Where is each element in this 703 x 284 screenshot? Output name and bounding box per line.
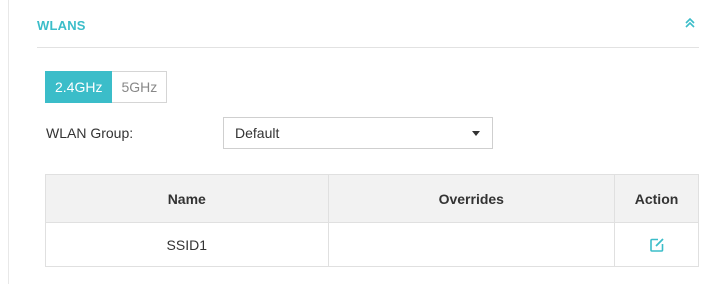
wlan-group-label: WLAN Group: <box>46 125 134 141</box>
wlan-group-select[interactable]: Default <box>223 117 493 149</box>
column-header-overrides: Overrides <box>327 174 616 223</box>
caret-down-icon <box>472 131 480 136</box>
wlans-panel: WLANS 2.4GHz 5GHz WLAN Group: Default Na… <box>8 0 703 284</box>
cell-action <box>614 222 699 267</box>
tab-5ghz[interactable]: 5GHz <box>112 71 168 103</box>
edit-icon[interactable] <box>649 237 665 253</box>
section-title: WLANS <box>37 18 86 33</box>
band-tabs: 2.4GHz 5GHz <box>45 71 168 103</box>
column-header-action: Action <box>614 174 699 223</box>
table-header-row: Name Overrides Action <box>45 174 699 223</box>
column-header-name: Name <box>45 174 329 223</box>
wlan-table: Name Overrides Action SSID1 <box>45 174 699 267</box>
table-row: SSID1 <box>45 222 699 267</box>
wlan-group-selected-value: Default <box>235 125 280 141</box>
panel-header: WLANS <box>37 16 699 48</box>
cell-overrides <box>327 222 616 267</box>
cell-name: SSID1 <box>45 222 329 267</box>
double-chevron-up-icon[interactable] <box>683 16 697 30</box>
tab-2-4ghz[interactable]: 2.4GHz <box>45 71 113 103</box>
